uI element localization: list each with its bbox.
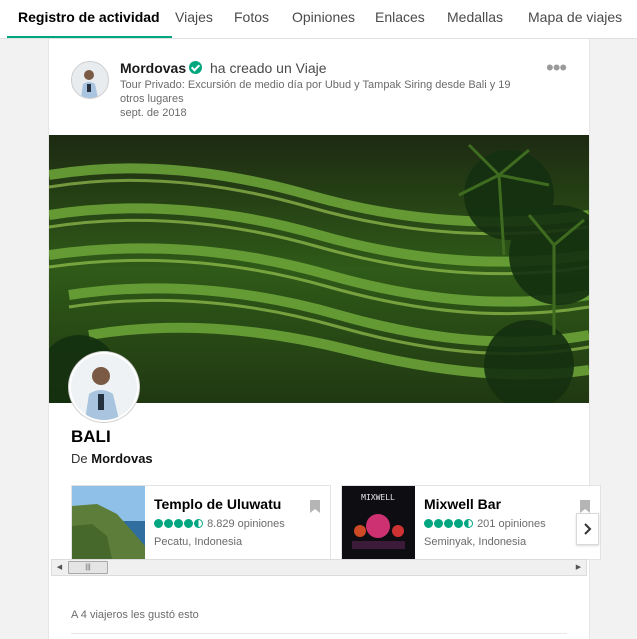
trip-title[interactable]: Tour Privado: Excursión de medio día por…: [120, 78, 515, 106]
rating-bubble-icon: [174, 519, 183, 528]
verified-icon: [189, 61, 203, 74]
rating-bubble-icon: [154, 519, 163, 528]
bookmark-icon[interactable]: [580, 500, 590, 513]
divider: [71, 633, 567, 634]
rating-bubble-icon: [424, 519, 433, 528]
post-header: Mordovas ha creado un Viaje: [120, 60, 327, 76]
rating-bubble-half-icon: [464, 519, 473, 528]
scroll-left-icon[interactable]: ◀: [52, 560, 67, 575]
tab-activity-log[interactable]: Registro de actividad: [7, 0, 172, 38]
trip-owner-avatar[interactable]: [69, 352, 139, 422]
author-avatar[interactable]: [71, 61, 109, 99]
scroll-right-icon[interactable]: ▶: [571, 560, 586, 575]
byline-author-link[interactable]: Mordovas: [91, 451, 152, 466]
ellipsis-icon[interactable]: •••: [546, 57, 567, 79]
trip-byline: De Mordovas: [71, 451, 153, 466]
poi-photo: MIXWELL: [342, 486, 415, 559]
poi-card[interactable]: MIXWELL Mixwell Bar 201 opiniones Seminy…: [341, 485, 601, 560]
likes-summary[interactable]: A 4 viajeros les gustó esto: [71, 609, 199, 621]
rating-bubble-icon: [434, 519, 443, 528]
trip-destination: BALI: [71, 427, 111, 446]
carousel-next-button[interactable]: [576, 513, 599, 545]
poi-rating: 8.829 opiniones: [154, 518, 285, 530]
chevron-right-icon: [584, 523, 592, 535]
bookmark-icon[interactable]: [310, 500, 320, 513]
poi-review-count[interactable]: 201 opiniones: [477, 518, 546, 530]
horizontal-scrollbar[interactable]: ◀ ||| ▶: [51, 559, 587, 576]
post-action-text: ha creado un Viaje: [210, 60, 327, 76]
poi-name[interactable]: Templo de Uluwatu: [154, 496, 281, 512]
poi-location: Seminyak, Indonesia: [424, 536, 527, 548]
activity-card: Mordovas ha creado un Viaje Tour Privado…: [48, 39, 601, 639]
author-name-link[interactable]: Mordovas: [120, 60, 186, 76]
byline-prefix: De: [71, 451, 88, 466]
tab-links[interactable]: Enlaces: [375, 0, 425, 36]
poi-rating: 201 opiniones: [424, 518, 546, 530]
poi-sign-text: MIXWELL: [361, 493, 395, 502]
poi-review-count[interactable]: 8.829 opiniones: [207, 518, 285, 530]
post-date: sept. de 2018: [120, 107, 187, 119]
tab-badges[interactable]: Medallas: [447, 0, 503, 36]
scrollbar-thumb[interactable]: |||: [68, 561, 108, 574]
rating-bubble-icon: [444, 519, 453, 528]
profile-tabs: Registro de actividad Viajes Fotos Opini…: [0, 0, 637, 39]
tab-trips[interactable]: Viajes: [175, 0, 213, 36]
poi-location: Pecatu, Indonesia: [154, 536, 243, 548]
poi-card[interactable]: Templo de Uluwatu 8.829 opiniones Pecatu…: [71, 485, 331, 560]
poi-photo: [72, 486, 145, 559]
rating-bubble-icon: [454, 519, 463, 528]
rating-bubble-half-icon: [194, 519, 203, 528]
poi-name[interactable]: Mixwell Bar: [424, 496, 501, 512]
rating-bubble-icon: [184, 519, 193, 528]
tab-reviews[interactable]: Opiniones: [292, 0, 355, 36]
rating-bubble-icon: [164, 519, 173, 528]
tab-travel-map[interactable]: Mapa de viajes: [528, 0, 622, 36]
tab-photos[interactable]: Fotos: [234, 0, 269, 36]
